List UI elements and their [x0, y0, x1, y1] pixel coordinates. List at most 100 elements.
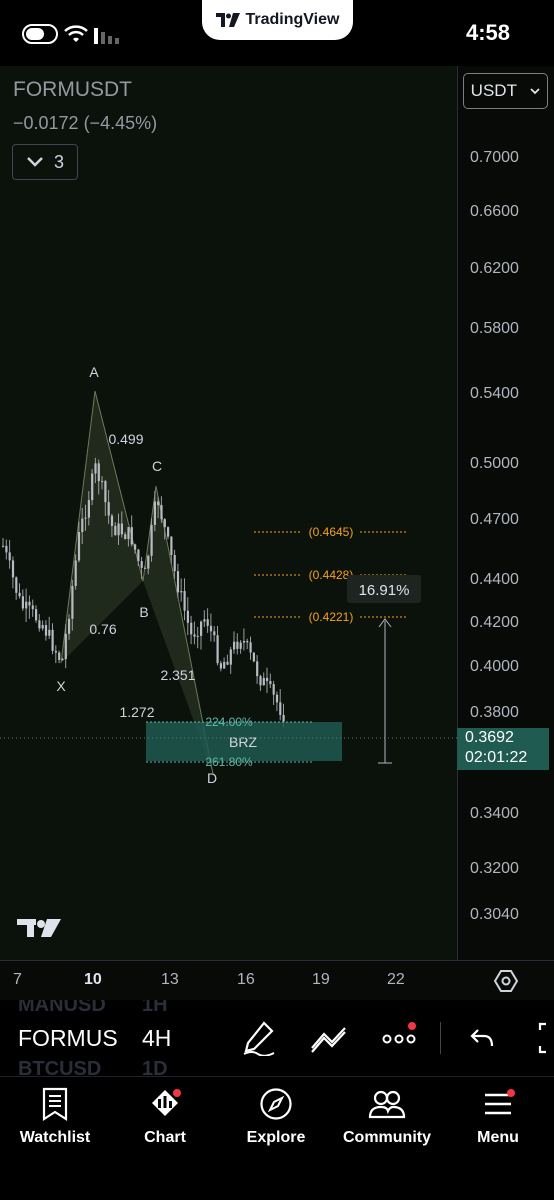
candle-body [203, 619, 206, 622]
chart-area[interactable]: 224.00% 261.80% BRZ (0.4645) (0.4428) (0.4221… [0, 66, 554, 1001]
candle-body [117, 523, 120, 536]
brz-label: BRZ [229, 734, 257, 750]
candle-body [38, 620, 41, 629]
fullscreen-icon[interactable] [536, 1022, 554, 1054]
candle-body [35, 609, 38, 621]
nav-community[interactable]: Community [332, 1087, 442, 1147]
candle-body [124, 534, 127, 539]
ratio-label: 0.76 [89, 621, 116, 637]
price-tick: 0.3040 [470, 906, 519, 923]
chart-plot[interactable]: 224.00% 261.80% BRZ (0.4645) (0.4428) (0.4221… [0, 66, 457, 960]
point-d-label: D [207, 770, 217, 786]
candle-body [54, 650, 57, 653]
candle-body [51, 629, 54, 651]
candle-body [94, 463, 97, 474]
price-tick: 0.6600 [470, 203, 519, 220]
nav-menu-label: Menu [477, 1129, 519, 1146]
bar-countdown: 02:01:22 [465, 749, 528, 766]
nav-chart-label: Chart [144, 1129, 186, 1146]
measure-value: 16.91% [359, 582, 410, 599]
notification-dot [173, 1089, 181, 1097]
time-tick: 16 [237, 971, 255, 988]
time-axis[interactable]: 7 10 13 16 19 22 [0, 960, 554, 1001]
candle-body [183, 591, 186, 611]
candle-body [173, 555, 176, 572]
status-time: 4:58 [465, 20, 510, 45]
candle-body [279, 702, 282, 715]
symbol-option[interactable]: BTCUSD [18, 1058, 101, 1076]
nav-explore[interactable]: Explore [221, 1087, 331, 1147]
candle-body [246, 640, 249, 643]
candle-body [74, 560, 77, 586]
candle-body [275, 694, 279, 703]
interval-option[interactable]: 1D [142, 1058, 168, 1076]
interval-option-selected[interactable]: 4H [142, 1025, 171, 1052]
candle-body [97, 463, 100, 482]
brush-draw-icon[interactable] [242, 1020, 276, 1056]
candle-body [64, 633, 67, 660]
symbol-option-selected[interactable]: FORMUS [18, 1025, 118, 1052]
watermark-logo [37, 920, 45, 928]
candle-body [81, 518, 84, 533]
indicators-toggle-button[interactable]: 3 [12, 144, 78, 180]
candle-body [167, 527, 170, 537]
status-bar: TradingView 4:58 [0, 0, 554, 66]
time-tick: 22 [387, 971, 405, 988]
target-label: (0.4645) [309, 525, 354, 539]
app-pill-label: TradingView [245, 11, 340, 28]
price-tick: 0.4400 [470, 571, 519, 588]
candle-body [58, 652, 61, 660]
brz-bottom-label: 261.80% [205, 755, 253, 769]
community-icon [368, 1090, 406, 1119]
currency-select[interactable]: USDT [463, 73, 548, 109]
candle-body [61, 659, 64, 661]
chart-settings-icon[interactable] [494, 970, 518, 992]
chart-canvas[interactable]: 224.00% 261.80% BRZ (0.4645) (0.4428) (0.4221… [0, 66, 457, 960]
nav-chart[interactable]: Chart [110, 1087, 220, 1147]
candle-body [200, 621, 203, 636]
candle-body [216, 635, 219, 664]
candle-body [5, 545, 8, 553]
candle-body [137, 549, 140, 562]
candle-body [180, 591, 183, 593]
ratio-label: 1.272 [119, 704, 154, 720]
candle-body [28, 601, 31, 606]
candle-body [226, 661, 229, 665]
nav-explore-label: Explore [246, 1129, 306, 1146]
candle-body [110, 515, 114, 526]
last-price-tag: 0.3692 02:01:22 [457, 728, 549, 770]
candle-body [157, 501, 160, 506]
price-tick: 0.6200 [470, 260, 519, 277]
more-tools-icon[interactable] [382, 1030, 418, 1046]
interval-picker[interactable]: 1H 4H 1D [142, 1000, 192, 1076]
candle-body [223, 661, 226, 669]
symbol-picker[interactable]: MANUSD FORMUS BTCUSD [18, 1000, 120, 1076]
time-tick: 7 [13, 971, 22, 988]
candle-body [71, 585, 74, 619]
symbol-option[interactable]: MANUSD [18, 1000, 106, 1017]
symbol-title[interactable]: FORMUSDT [13, 78, 132, 102]
candle-body [143, 567, 147, 569]
app-pill[interactable]: TradingView [202, 0, 353, 40]
point-b-label: B [139, 604, 148, 620]
candle-body [11, 560, 15, 578]
currency-label: USDT [470, 81, 517, 100]
candle-body [44, 625, 48, 636]
candle-body [282, 714, 285, 722]
nav-menu[interactable]: Menu [443, 1087, 553, 1147]
candle-body [130, 527, 133, 545]
candle-body [256, 661, 259, 677]
price-tick: 0.4000 [470, 658, 519, 675]
candle-body [8, 552, 11, 561]
target-label: (0.4428) [309, 568, 354, 582]
nav-watchlist[interactable]: Watchlist [0, 1087, 110, 1147]
candle-body [48, 629, 51, 636]
candle-body [127, 527, 130, 539]
price-tick: 0.5800 [470, 320, 519, 337]
candle-body [153, 501, 156, 525]
candle-body [252, 652, 255, 662]
undo-icon[interactable] [470, 1026, 494, 1048]
pattern-tool-icon[interactable] [310, 1022, 348, 1054]
candle-body [272, 684, 275, 695]
interval-option[interactable]: 1H [142, 1000, 168, 1017]
